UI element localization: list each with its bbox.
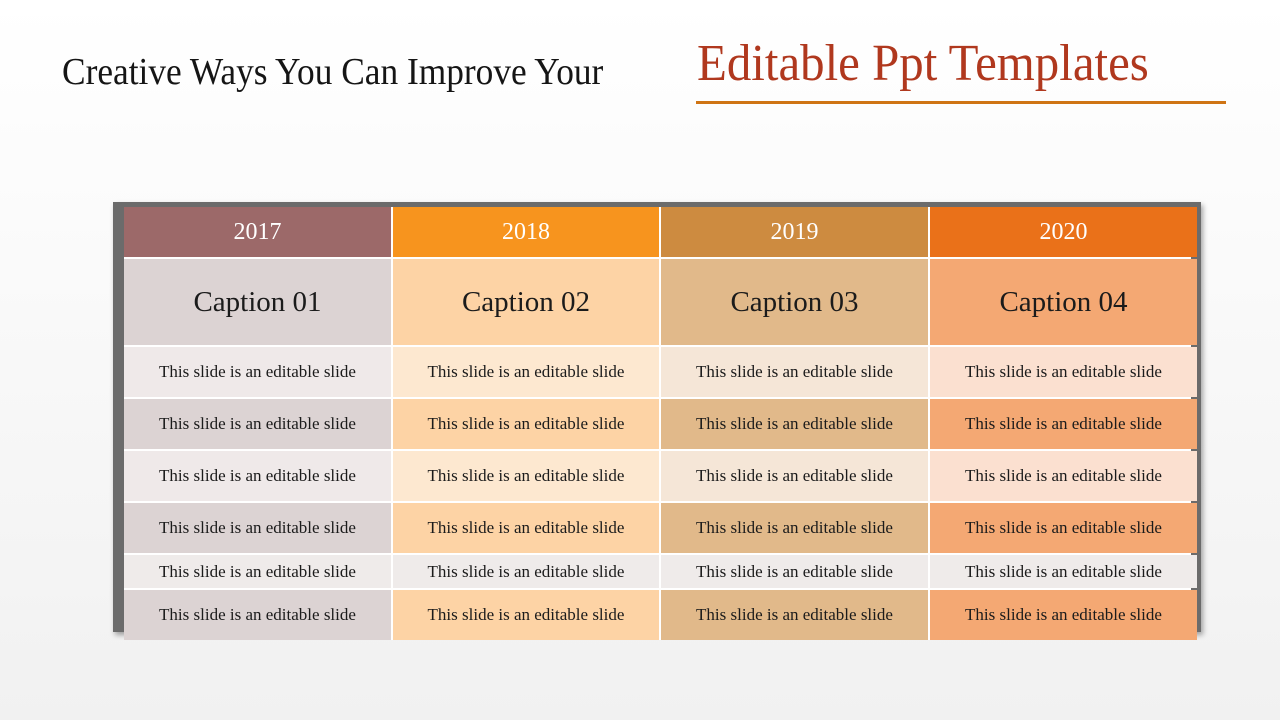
table-cell: This slide is an editable slide: [393, 503, 659, 553]
caption-cell: Caption 02: [393, 259, 659, 345]
table-cell: This slide is an editable slide: [661, 503, 928, 553]
table-cell: This slide is an editable slide: [124, 347, 391, 397]
caption-cell: Caption 03: [661, 259, 928, 345]
table-cell: This slide is an editable slide: [393, 399, 659, 449]
title-highlight: Editable Ppt Templates: [697, 35, 1149, 92]
timeline-table: 2017 2018 2019 2020 Caption 01 Caption 0…: [124, 207, 1197, 640]
table-cell: This slide is an editable slide: [393, 347, 659, 397]
table-cell: This slide is an editable slide: [393, 590, 659, 640]
table-cell: This slide is an editable slide: [930, 347, 1197, 397]
year-header-2019: 2019: [661, 207, 928, 257]
table-cell: This slide is an editable slide: [661, 451, 928, 501]
year-header-2020: 2020: [930, 207, 1197, 257]
table-cell: This slide is an editable slide: [930, 590, 1197, 640]
title-prefix: Creative Ways You Can Improve Your: [62, 51, 604, 93]
table-cell: This slide is an editable slide: [393, 451, 659, 501]
table-cell: This slide is an editable slide: [930, 451, 1197, 501]
table-cell: This slide is an editable slide: [124, 555, 391, 588]
year-header-2018: 2018: [393, 207, 659, 257]
table-cell: This slide is an editable slide: [661, 399, 928, 449]
year-header-2017: 2017: [124, 207, 391, 257]
table-cell: This slide is an editable slide: [124, 503, 391, 553]
slide-title: Creative Ways You Can Improve Your Edita…: [0, 35, 1280, 110]
title-underline: [696, 101, 1226, 104]
caption-cell: Caption 01: [124, 259, 391, 345]
table-cell: This slide is an editable slide: [930, 555, 1197, 588]
caption-cell: Caption 04: [930, 259, 1197, 345]
table-cell: This slide is an editable slide: [930, 399, 1197, 449]
table-cell: This slide is an editable slide: [393, 555, 659, 588]
table-cell: This slide is an editable slide: [124, 399, 391, 449]
table-cell: This slide is an editable slide: [930, 503, 1197, 553]
table-cell: This slide is an editable slide: [124, 451, 391, 501]
table-cell: This slide is an editable slide: [661, 555, 928, 588]
table-cell: This slide is an editable slide: [661, 590, 928, 640]
table-cell: This slide is an editable slide: [124, 590, 391, 640]
table-cell: This slide is an editable slide: [661, 347, 928, 397]
